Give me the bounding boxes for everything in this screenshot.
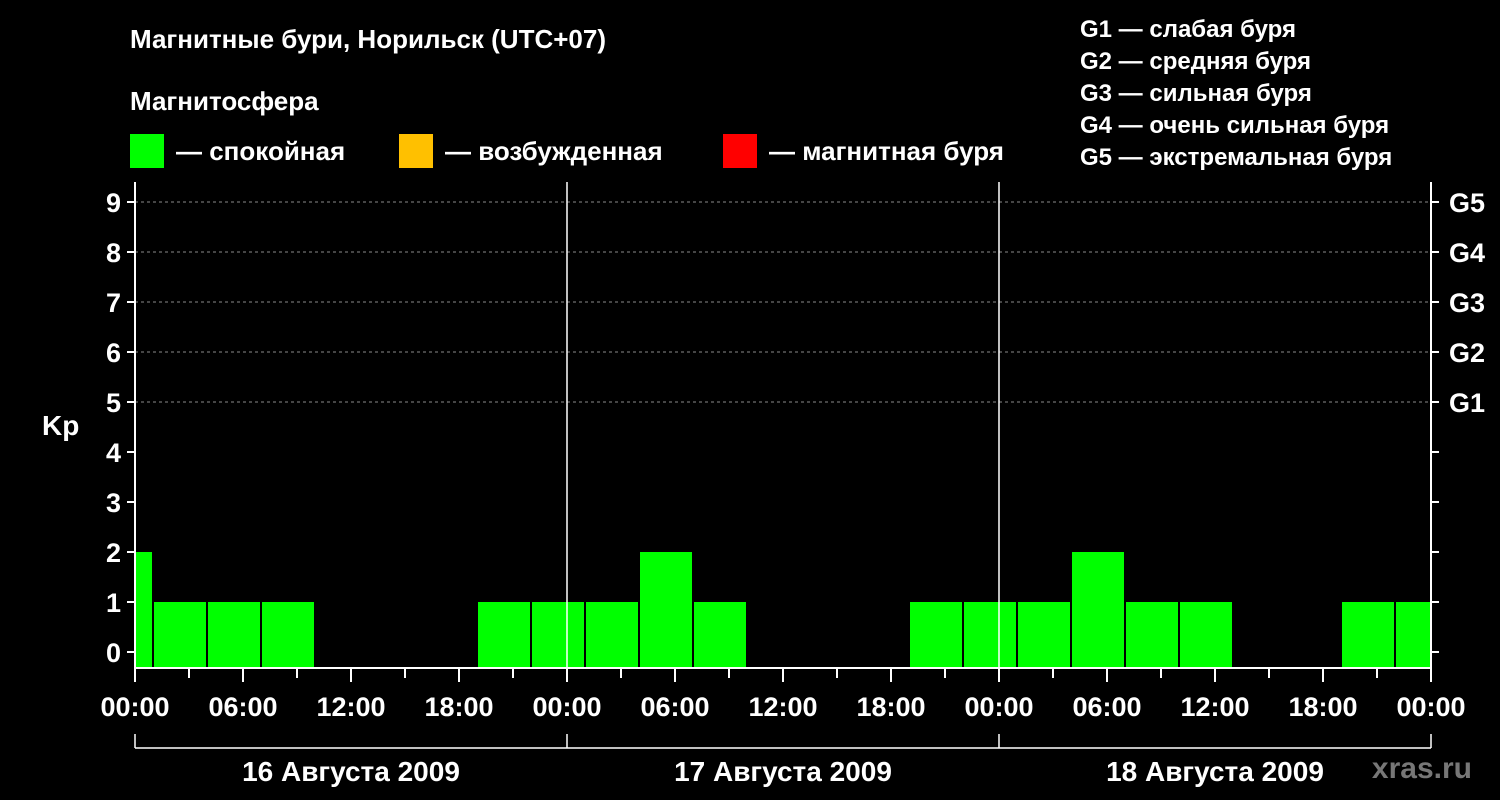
kp-bar: [136, 552, 152, 668]
x-tick-label: 06:00: [1072, 692, 1141, 722]
x-tick-label: 12:00: [316, 692, 385, 722]
day-label: 17 Августа 2009: [674, 756, 892, 787]
kp-bar: [694, 602, 746, 668]
y-tick-label: 2: [106, 538, 121, 568]
y-tick-label: 4: [106, 438, 121, 468]
y-tick-label: 6: [106, 338, 121, 368]
kp-bar: [532, 602, 584, 668]
x-tick-label: 18:00: [1288, 692, 1357, 722]
x-tick-label: 12:00: [748, 692, 817, 722]
x-tick-label: 12:00: [1180, 692, 1249, 722]
x-tick-label: 00:00: [100, 692, 169, 722]
y-tick-label: 3: [106, 488, 121, 518]
kp-bar: [640, 552, 692, 668]
kp-bar: [478, 602, 530, 668]
x-tick-label: 00:00: [964, 692, 1033, 722]
g-tick-label: G4: [1449, 238, 1485, 268]
x-tick-label: 06:00: [640, 692, 709, 722]
x-tick-label: 00:00: [532, 692, 601, 722]
y-tick-label: 5: [106, 388, 121, 418]
kp-bar: [910, 602, 962, 668]
kp-bar: [1342, 602, 1394, 668]
x-tick-label: 00:00: [1396, 692, 1465, 722]
kp-chart: 0 1 2 3 4 5 6 7 8 9 G1 G2 G3 G4 G5 00:00 06:00 12:00 18:00…: [100, 182, 1485, 787]
y-tick-label: 0: [106, 638, 121, 668]
g-tick-label: G1: [1449, 388, 1485, 418]
kp-bar: [1126, 602, 1178, 668]
g-tick-label: G2: [1449, 338, 1485, 368]
kp-bar: [1180, 602, 1232, 668]
kp-bar: [1396, 602, 1430, 668]
y-tick-label: 8: [106, 238, 121, 268]
day-label: 16 Августа 2009: [242, 756, 460, 787]
kp-bar: [154, 602, 206, 668]
x-tick-label: 18:00: [424, 692, 493, 722]
g-tick-label: G5: [1449, 188, 1485, 218]
kp-bar: [586, 602, 638, 668]
y-tick-label: 1: [106, 588, 121, 618]
kp-bar: [1072, 552, 1124, 668]
y-tick-label: 7: [106, 288, 121, 318]
kp-bar: [262, 602, 314, 668]
kp-bar: [208, 602, 260, 668]
x-tick-label: 18:00: [856, 692, 925, 722]
day-label: 18 Августа 2009: [1106, 756, 1324, 787]
kp-bar: [1018, 602, 1070, 668]
x-tick-label: 06:00: [208, 692, 277, 722]
watermark: xras.ru: [1371, 752, 1472, 785]
y-tick-label: 9: [106, 188, 121, 218]
kp-bar: [964, 602, 1016, 668]
g-tick-label: G3: [1449, 288, 1485, 318]
